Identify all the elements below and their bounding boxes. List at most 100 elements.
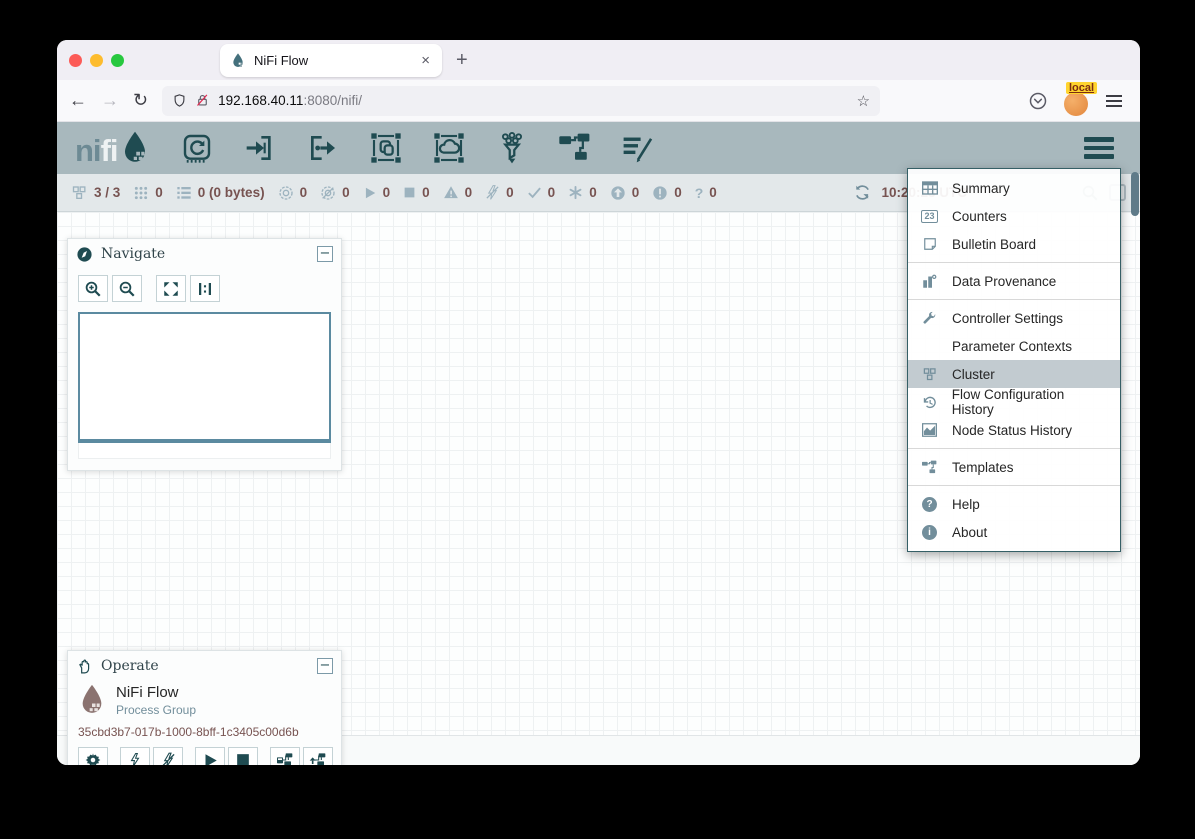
history-icon (920, 395, 939, 410)
question-icon: ? (695, 185, 704, 201)
flow-type: Process Group (116, 703, 196, 717)
clustered-nodes-status: 3 / 3 (71, 185, 120, 201)
profile-avatar[interactable]: local (1064, 88, 1090, 114)
navigate-header: Navigate − (68, 239, 341, 269)
url-text: 192.168.40.11:8080/nifi/ (218, 93, 362, 108)
arrow-up-circle-icon (610, 185, 626, 201)
logo-fi: fi (101, 135, 118, 166)
scrollbar-thumb[interactable] (1131, 172, 1139, 216)
processor-component-icon[interactable] (180, 131, 214, 165)
disabled-status: 0 (485, 185, 514, 200)
operate-buttons-row-1 (68, 741, 341, 765)
url-bar[interactable]: 192.168.40.11:8080/nifi/ ☆ (162, 86, 880, 116)
browser-toolbar: ← → ↻ 192.168.40.11:8080/nifi/ ☆ local (57, 80, 1140, 122)
global-menu-button[interactable] (1084, 137, 1122, 159)
operate-panel: Operate − NiFi Flow Process Group 35cbd3… (67, 650, 342, 765)
summary-table-icon (920, 181, 939, 195)
menu-item-templates[interactable]: Templates (908, 453, 1120, 481)
reload-button[interactable]: ↻ (133, 90, 148, 111)
stop-icon (403, 186, 416, 199)
birdseye-view[interactable] (78, 312, 331, 443)
warning-triangle-icon (443, 185, 459, 200)
menu-item-counters[interactable]: 23 Counters (908, 202, 1120, 230)
locally-modified-stale-status: 0 (652, 185, 682, 201)
browser-tab[interactable]: NiFi Flow × (220, 44, 442, 77)
navigate-title: Navigate (101, 246, 165, 262)
configure-button[interactable] (78, 747, 108, 765)
menu-item-help[interactable]: ? Help (908, 490, 1120, 518)
menu-item-node-status-history[interactable]: Node Status History (908, 416, 1120, 444)
shield-icon[interactable] (172, 93, 187, 108)
stop-button[interactable] (228, 747, 258, 765)
pocket-icon[interactable] (1028, 91, 1048, 111)
window-controls (57, 54, 138, 67)
zoom-fit-button[interactable] (156, 275, 186, 302)
global-menu: Summary 23 Counters Bulletin Board Data … (907, 168, 1121, 552)
threads-grid-icon (133, 185, 149, 201)
zoom-out-button[interactable] (112, 275, 142, 302)
enable-button[interactable] (120, 747, 150, 765)
sync-failure-status: ? 0 (695, 185, 717, 201)
nifi-favicon (230, 52, 246, 68)
refresh-icon[interactable] (854, 184, 871, 201)
browser-menu-icon[interactable] (1106, 95, 1122, 107)
tab-title: NiFi Flow (254, 53, 419, 68)
close-tab-icon[interactable]: × (419, 52, 432, 69)
not-transmitting-icon (320, 185, 336, 201)
operate-title: Operate (101, 658, 159, 674)
navigate-buttons (68, 269, 341, 306)
menu-item-cluster[interactable]: Cluster (908, 360, 1120, 388)
menu-item-summary[interactable]: Summary (908, 174, 1120, 202)
flow-canvas[interactable]: Navigate − Operate (57, 212, 1140, 735)
minimize-window-button[interactable] (90, 54, 103, 67)
up-to-date-status: 0 (527, 185, 556, 200)
output-port-component-icon[interactable] (306, 131, 340, 165)
menu-item-data-provenance[interactable]: Data Provenance (908, 267, 1120, 295)
start-button[interactable] (195, 747, 225, 765)
browser-window: NiFi Flow × + ← → ↻ 192.168.40.11:8080/n… (57, 40, 1140, 765)
menu-item-flow-configuration-history[interactable]: Flow Configuration History (908, 388, 1120, 416)
flow-id: 35cbd3b7-017b-1000-8bff-1c3405c00d6b (68, 717, 341, 741)
disable-button[interactable] (153, 747, 183, 765)
insecure-lock-icon[interactable] (195, 93, 210, 108)
process-group-component-icon[interactable] (369, 131, 403, 165)
asterisk-icon (568, 185, 583, 200)
operate-header: Operate − (68, 651, 341, 681)
upload-template-button[interactable] (303, 747, 333, 765)
nifi-header: nifi (57, 122, 1140, 174)
play-icon (363, 186, 377, 200)
menu-item-parameter-contexts[interactable]: Parameter Contexts (908, 332, 1120, 360)
zoom-window-button[interactable] (111, 54, 124, 67)
menu-item-about[interactable]: i About (908, 518, 1120, 546)
menu-separator (908, 262, 1120, 263)
label-component-icon[interactable] (621, 131, 655, 165)
cluster-cubes-icon (920, 367, 939, 382)
zoom-in-button[interactable] (78, 275, 108, 302)
collapse-navigate-button[interactable]: − (317, 246, 333, 262)
remote-process-group-component-icon[interactable] (432, 131, 466, 165)
data-provenance-icon (920, 274, 939, 289)
nifi-drop-icon (120, 130, 150, 166)
navigate-panel: Navigate − (67, 238, 342, 471)
bookmark-star-icon[interactable]: ☆ (857, 92, 870, 110)
menu-item-controller-settings[interactable]: Controller Settings (908, 304, 1120, 332)
info-icon: i (920, 525, 939, 540)
funnel-component-icon[interactable] (495, 131, 529, 165)
menu-item-bulletin-board[interactable]: Bulletin Board (908, 230, 1120, 258)
cluster-cubes-icon (71, 185, 88, 201)
new-tab-button[interactable]: + (456, 49, 468, 72)
collapse-operate-button[interactable]: − (317, 658, 333, 674)
flow-name: NiFi Flow (116, 684, 196, 701)
back-button[interactable]: ← (69, 90, 87, 111)
running-status: 0 (363, 185, 391, 200)
nifi-logo: nifi (75, 130, 150, 166)
menu-separator (908, 448, 1120, 449)
queued-list-icon (176, 185, 192, 201)
zoom-actual-size-button[interactable] (190, 275, 220, 302)
create-template-button[interactable] (270, 747, 300, 765)
template-component-icon[interactable] (558, 131, 592, 165)
input-port-component-icon[interactable] (243, 131, 277, 165)
logo-ni: ni (75, 135, 101, 166)
close-window-button[interactable] (69, 54, 82, 67)
profile-badge: local (1066, 82, 1097, 94)
